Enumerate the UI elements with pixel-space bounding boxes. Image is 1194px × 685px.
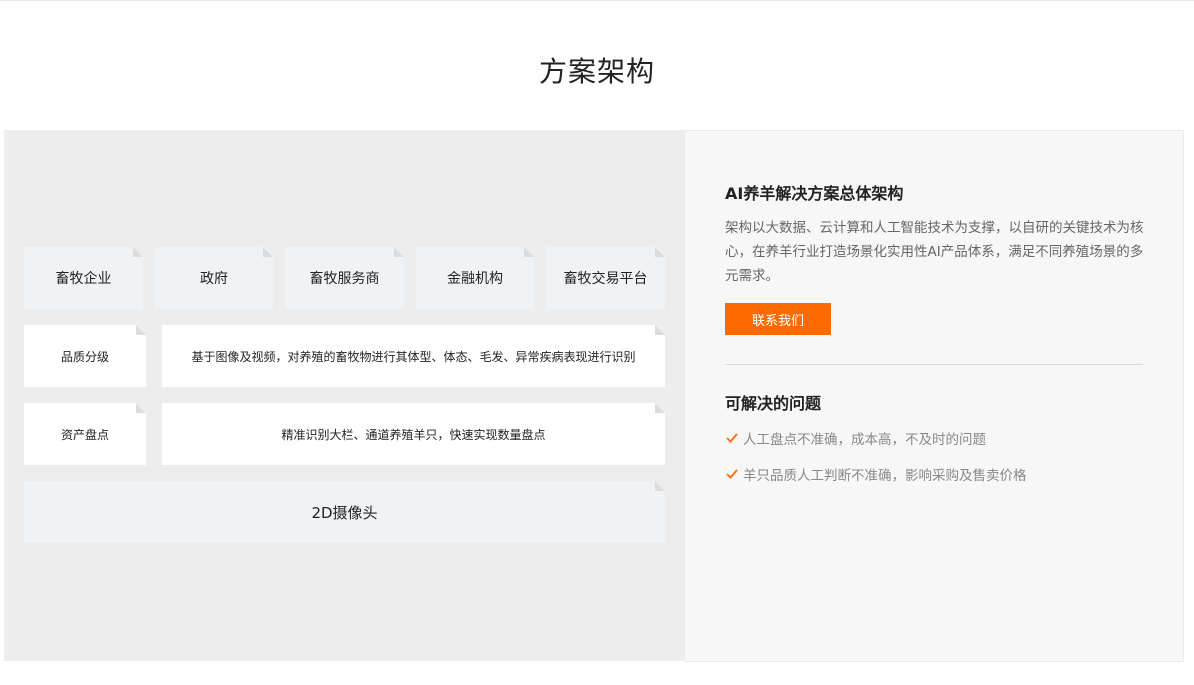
- stakeholder-service-provider: 畜牧服务商: [285, 247, 404, 309]
- stakeholder-financial-institution: 金融机构: [416, 247, 534, 309]
- capability-asset-inventory: 资产盘点: [24, 403, 146, 465]
- check-icon: [726, 469, 738, 479]
- capability-quality-grading: 品质分级: [24, 325, 146, 387]
- problems-title: 可解决的问题: [725, 394, 822, 413]
- page-title: 方案架构: [538, 55, 655, 88]
- contact-us-button[interactable]: 联系我们: [725, 303, 831, 335]
- solution-description: 架构以大数据、云计算和人工智能技术为支撑，以自研的关键技术为核心，在养羊行业打造…: [725, 220, 1144, 284]
- architecture-diagram: 畜牧企业 政府 畜牧服务商 金融机构 畜牧交易平台 品质分级 基于图像及视频，对…: [4, 130, 685, 661]
- solution-title: AI养羊解决方案总体架构: [725, 184, 904, 203]
- capability-quality-grading-desc: 基于图像及视频，对养殖的畜牧物进行其体型、体态、毛发、异常疾病表现进行识别: [162, 325, 665, 387]
- problem-text: 人工盘点不准确，成本高，不及时的问题: [743, 432, 986, 448]
- problem-text: 羊只品质人工判断不准确，影响采购及售卖价格: [743, 468, 1027, 484]
- problem-item: 人工盘点不准确，成本高，不及时的问题: [725, 428, 986, 448]
- stakeholder-government: 政府: [155, 247, 273, 309]
- top-divider: [0, 0, 1194, 1]
- device-2d-camera: 2D摄像头: [24, 481, 665, 543]
- solution-panel: AI养羊解决方案总体架构 架构以大数据、云计算和人工智能技术为支撑，以自研的关键…: [685, 130, 1184, 662]
- stakeholder-enterprise: 畜牧企业: [24, 247, 143, 309]
- capability-asset-inventory-desc: 精准识别大栏、通道养殖羊只，快速实现数量盘点: [162, 403, 665, 465]
- problem-item: 羊只品质人工判断不准确，影响采购及售卖价格: [725, 464, 1027, 484]
- check-icon: [726, 433, 738, 443]
- stakeholder-trading-platform: 畜牧交易平台: [546, 247, 665, 309]
- section-divider: [725, 364, 1143, 365]
